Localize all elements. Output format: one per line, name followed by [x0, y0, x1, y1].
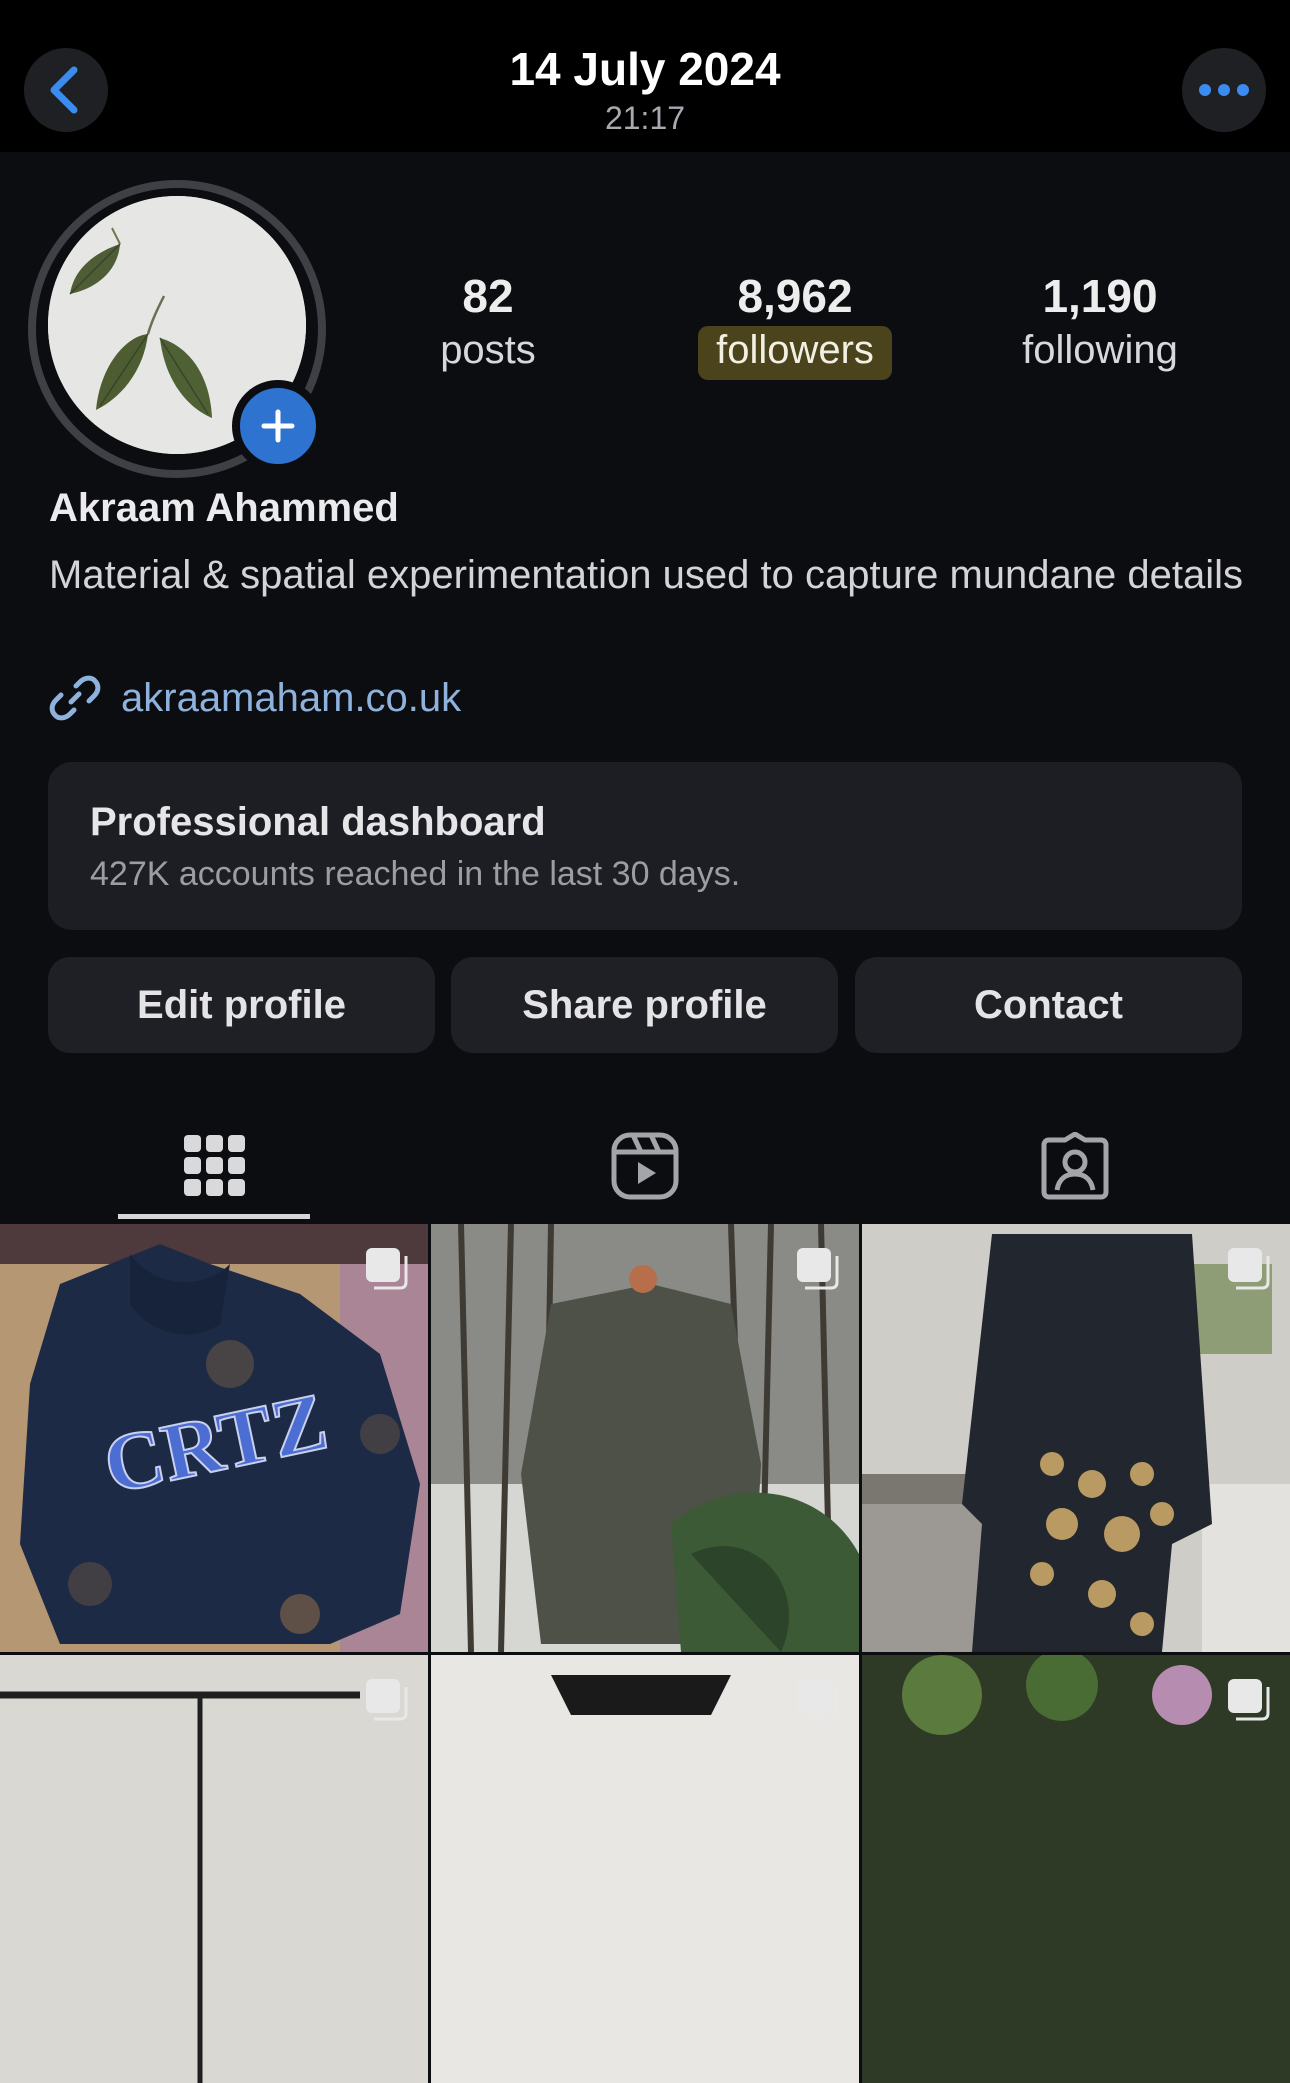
post-thumbnail[interactable]	[0, 1655, 428, 2083]
post-thumbnail[interactable]	[431, 1655, 859, 2083]
followers-count: 8,962	[737, 270, 853, 322]
more-options-button[interactable]	[1182, 48, 1266, 132]
header-time: 21:17	[604, 100, 686, 136]
multiple-photos-icon	[366, 1248, 408, 1290]
more-icon	[1199, 84, 1249, 96]
multiple-photos-icon	[366, 1679, 408, 1721]
multiple-photos-icon	[1228, 1248, 1270, 1290]
link-icon	[49, 675, 101, 721]
active-tab-indicator	[118, 1214, 310, 1219]
post-thumbnail[interactable]: CRTZ	[0, 1224, 428, 1652]
add-story-button[interactable]	[232, 380, 324, 472]
content-tabs	[0, 1108, 1290, 1224]
tab-posts[interactable]	[0, 1108, 430, 1224]
top-bar: 14 July 2024 21:17	[0, 0, 1290, 152]
tab-tagged[interactable]	[860, 1108, 1290, 1224]
post-thumbnail[interactable]	[862, 1655, 1290, 2083]
share-profile-button[interactable]: Share profile	[451, 957, 838, 1053]
contact-button[interactable]: Contact	[855, 957, 1242, 1053]
posts-label: posts	[440, 328, 536, 372]
followers-label: followers	[698, 326, 892, 380]
grid-icon	[184, 1135, 245, 1196]
profile-name: Akraam Ahammed	[49, 486, 399, 530]
multiple-photos-icon	[797, 1248, 839, 1290]
followers-stat[interactable]: 8,962 followers	[680, 268, 910, 380]
dashboard-subtitle: 427K accounts reached in the last 30 day…	[90, 855, 741, 893]
post-thumbnail[interactable]	[431, 1224, 859, 1652]
tab-reels[interactable]	[430, 1108, 860, 1224]
posts-stat[interactable]: 82 posts	[408, 268, 568, 374]
following-count: 1,190	[1042, 270, 1158, 322]
header-date: 14 July 2024	[509, 43, 781, 95]
profile-bio: Material & spatial experimentation used …	[49, 553, 1244, 597]
following-label: following	[1022, 328, 1178, 372]
tagged-icon	[1041, 1132, 1109, 1200]
edit-profile-button[interactable]: Edit profile	[48, 957, 435, 1053]
multiple-photos-icon	[797, 1679, 839, 1721]
multiple-photos-icon	[1228, 1679, 1270, 1721]
following-stat[interactable]: 1,190 following	[1000, 268, 1200, 374]
profile-link[interactable]: akraamaham.co.uk	[49, 672, 461, 724]
dashboard-title: Professional dashboard	[90, 800, 546, 844]
professional-dashboard[interactable]: Professional dashboard 427K accounts rea…	[48, 762, 1242, 930]
plus-icon	[261, 409, 295, 443]
post-thumbnail[interactable]	[862, 1224, 1290, 1652]
posts-count: 82	[462, 270, 514, 322]
reels-icon	[611, 1132, 679, 1200]
link-text[interactable]: akraamaham.co.uk	[121, 676, 461, 721]
